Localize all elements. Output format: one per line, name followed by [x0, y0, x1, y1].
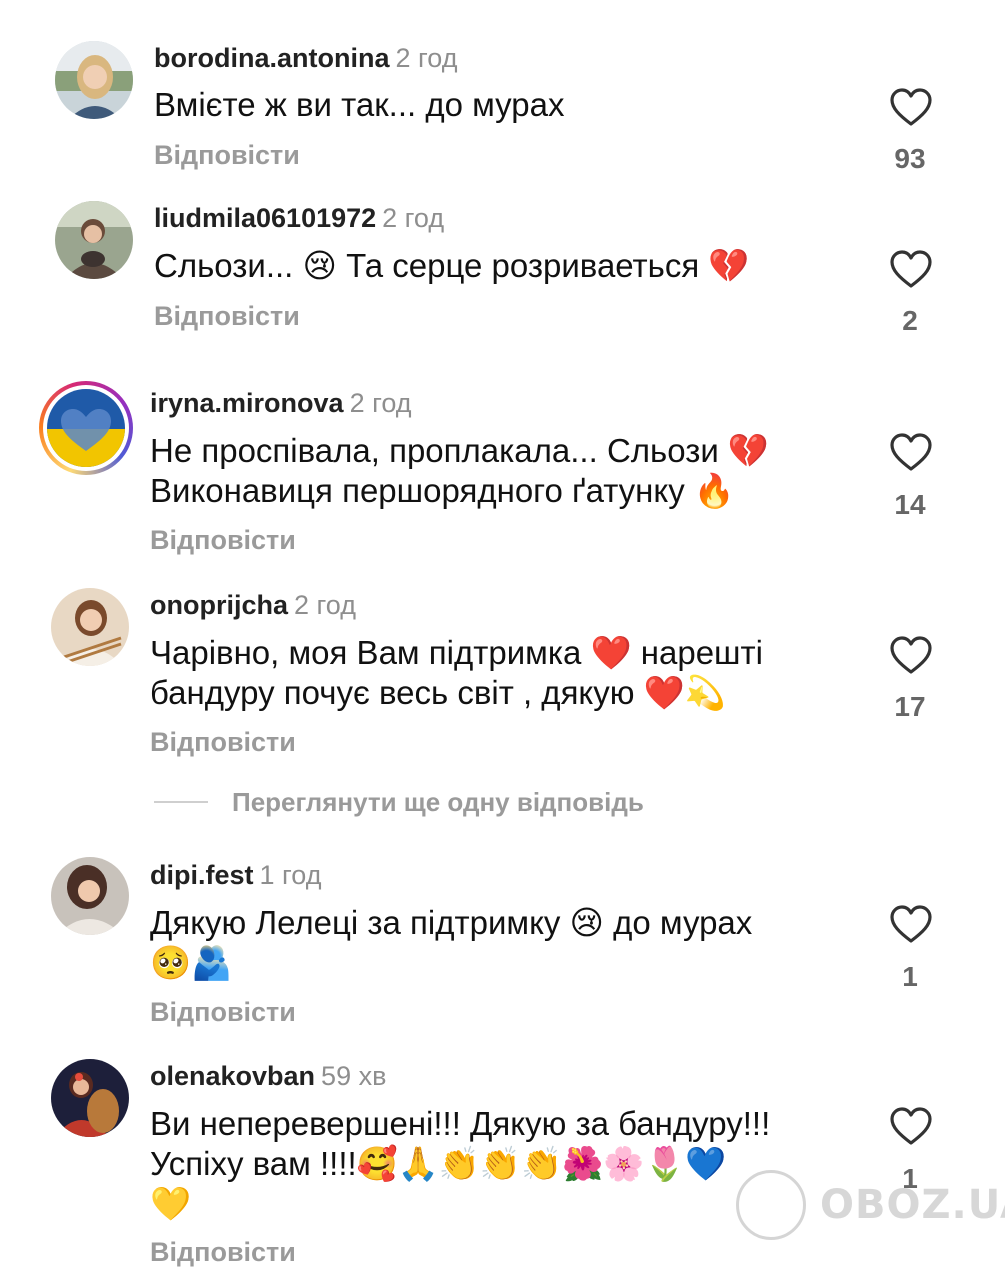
story-ring[interactable]	[39, 381, 133, 475]
like-count: 93	[894, 143, 926, 174]
avatar[interactable]	[51, 588, 129, 666]
avatar[interactable]	[55, 201, 133, 279]
timestamp: 2 год	[349, 388, 412, 418]
username[interactable]: liudmila06101972	[154, 203, 376, 233]
watermark: OBOZ.UA	[736, 1160, 1005, 1250]
watermark-text: OBOZ.UA	[820, 1182, 1005, 1228]
like-count: 1	[902, 961, 918, 992]
heart-outline-icon[interactable]	[889, 1106, 933, 1146]
avatar[interactable]	[51, 857, 129, 935]
reply-button[interactable]: Відповісти	[150, 524, 296, 556]
view-more-replies[interactable]: Переглянути ще одну відповідь	[154, 786, 644, 818]
comment-text: Не проспівала, проплакала... Сльози 💔 Ви…	[150, 431, 850, 511]
comment-text: Сльози... 😢 Та серце розриваеться 💔	[154, 246, 854, 286]
username[interactable]: dipi.fest	[150, 860, 254, 890]
comment-text: Дякую Лелеці за підтримку 😢 до мурах 🥺🫂	[150, 903, 850, 983]
heart-outline-icon[interactable]	[889, 635, 933, 675]
timestamp: 2 год	[294, 590, 356, 620]
reply-button[interactable]: Відповісти	[150, 726, 296, 758]
heart-outline-icon[interactable]	[889, 432, 933, 472]
reply-button[interactable]: Відповісти	[154, 300, 300, 332]
comment-text-line: бандуру почує весь світ , дякую ❤️💫	[150, 674, 726, 711]
username[interactable]: onoprijcha	[150, 590, 288, 620]
heart-outline-icon[interactable]	[889, 249, 933, 289]
comment-text-line: Не проспівала, проплакала... Сльози 💔	[150, 432, 770, 469]
timestamp: 2 год	[382, 203, 445, 233]
heart-outline-icon[interactable]	[889, 87, 933, 127]
reply-button[interactable]: Відповісти	[154, 139, 300, 171]
timestamp: 2 год	[395, 43, 458, 73]
comment-text-line: Вмієте ж ви так... до мурах	[154, 86, 565, 123]
like-count: 17	[894, 691, 926, 722]
reply-button[interactable]: Відповісти	[150, 1236, 296, 1268]
comment-text: Вмієте ж ви так... до мурах	[154, 85, 854, 125]
comment-text-line: 🥺🫂	[150, 944, 233, 981]
avatar[interactable]	[51, 1059, 129, 1137]
like-count: 14	[894, 489, 926, 520]
reply-button[interactable]: Відповісти	[150, 996, 296, 1028]
avatar	[47, 389, 125, 467]
comment-text: Чарівно, моя Вам підтримка ❤️ нарешті ба…	[150, 633, 850, 713]
comment-text-line: Ви неперевершені!!! Дякую за бандуру!!!	[150, 1105, 771, 1142]
comment-text-line: Чарівно, моя Вам підтримка ❤️ нарешті	[150, 634, 763, 671]
view-more-replies-label: Переглянути ще одну відповідь	[232, 786, 644, 817]
username[interactable]: borodina.antonina	[154, 43, 390, 73]
divider	[154, 801, 208, 803]
globe-icon	[736, 1170, 806, 1240]
timestamp: 59 хв	[321, 1061, 387, 1091]
timestamp: 1 год	[259, 860, 322, 890]
comment-text-line: Дякую Лелеці за підтримку 😢 до мурах	[150, 904, 753, 941]
username[interactable]: iryna.mironova	[150, 388, 344, 418]
comment-text-line: Сльози... 😢 Та серце розриваеться 💔	[154, 247, 750, 284]
heart-outline-icon[interactable]	[889, 904, 933, 944]
like-count: 2	[902, 305, 918, 336]
comment-text-line: Виконавиця першорядного ґатунку 🔥	[150, 472, 735, 509]
avatar[interactable]	[55, 41, 133, 119]
username[interactable]: olenakovban	[150, 1061, 315, 1091]
